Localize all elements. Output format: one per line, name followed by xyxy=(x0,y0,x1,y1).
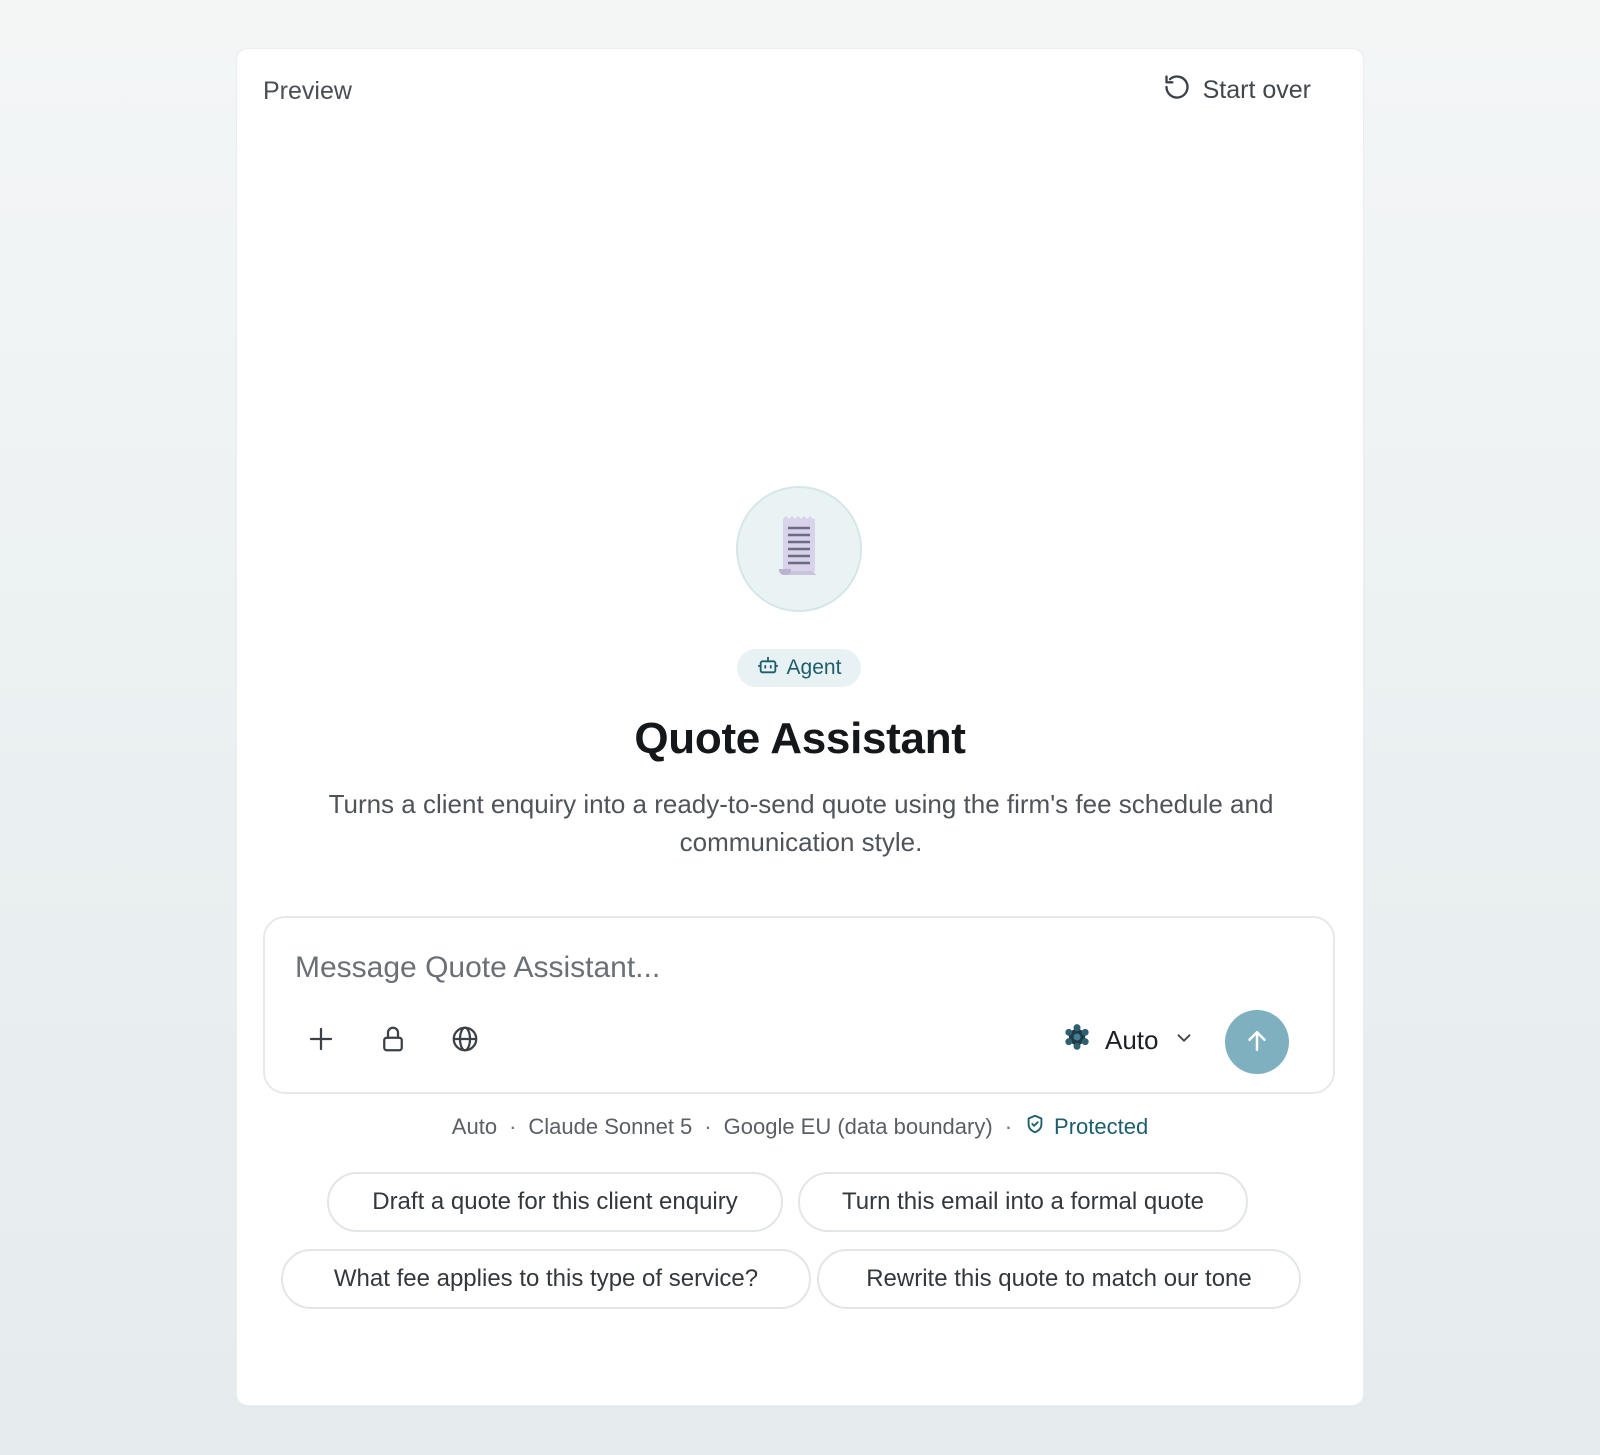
protected-label: Protected xyxy=(1054,1114,1149,1139)
message-composer: Auto xyxy=(263,916,1335,1094)
info-region: Google EU (data boundary) xyxy=(723,1114,993,1139)
agent-name: Quote Assistant xyxy=(634,714,966,763)
separator: · xyxy=(509,1114,517,1139)
private-mode-button[interactable] xyxy=(371,1018,415,1062)
start-over-label: Start over xyxy=(1202,76,1311,104)
globe-icon xyxy=(450,1024,480,1057)
model-info-line: Auto · Claude Sonnet 5 · Google EU (data… xyxy=(237,1113,1363,1141)
agent-description: Turns a client enquiry into a ready-to-s… xyxy=(328,789,1274,857)
model-label: Auto xyxy=(1105,1024,1159,1055)
bot-icon xyxy=(757,654,779,682)
plus-icon xyxy=(306,1024,336,1057)
model-icon xyxy=(1063,1023,1091,1058)
suggestion-fee-question[interactable]: What fee applies to this type of service… xyxy=(281,1249,811,1309)
separator: · xyxy=(1004,1114,1013,1139)
message-input[interactable] xyxy=(295,944,1295,992)
model-selector[interactable]: Auto xyxy=(1063,1018,1195,1062)
receipt-icon xyxy=(771,515,827,584)
info-model: Claude Sonnet 5 xyxy=(528,1114,693,1139)
suggestion-rewrite-tone[interactable]: Rewrite this quote to match our tone xyxy=(817,1249,1301,1309)
start-over-button[interactable]: Start over xyxy=(1163,73,1311,108)
preview-panel: Preview Start over Agent Quote Assistant… xyxy=(236,48,1364,1406)
preview-title: Preview xyxy=(263,77,352,105)
lock-icon xyxy=(378,1024,408,1057)
arrow-up-icon xyxy=(1242,1026,1272,1059)
agent-badge: Agent xyxy=(737,649,861,687)
agent-avatar xyxy=(736,486,862,612)
separator: · xyxy=(704,1114,712,1139)
shield-check-icon xyxy=(1024,1113,1046,1141)
agent-badge-label: Agent xyxy=(786,656,842,679)
send-button[interactable] xyxy=(1225,1010,1289,1074)
web-search-button[interactable] xyxy=(443,1018,487,1062)
chevron-down-icon xyxy=(1173,1025,1195,1056)
info-mode: Auto xyxy=(451,1114,498,1139)
suggestion-email-to-quote[interactable]: Turn this email into a formal quote xyxy=(798,1172,1248,1232)
protected-status: Protected xyxy=(1024,1113,1148,1141)
refresh-icon xyxy=(1163,73,1191,108)
add-attachment-button[interactable] xyxy=(299,1018,343,1062)
suggestion-draft-quote[interactable]: Draft a quote for this client enquiry xyxy=(327,1172,783,1232)
